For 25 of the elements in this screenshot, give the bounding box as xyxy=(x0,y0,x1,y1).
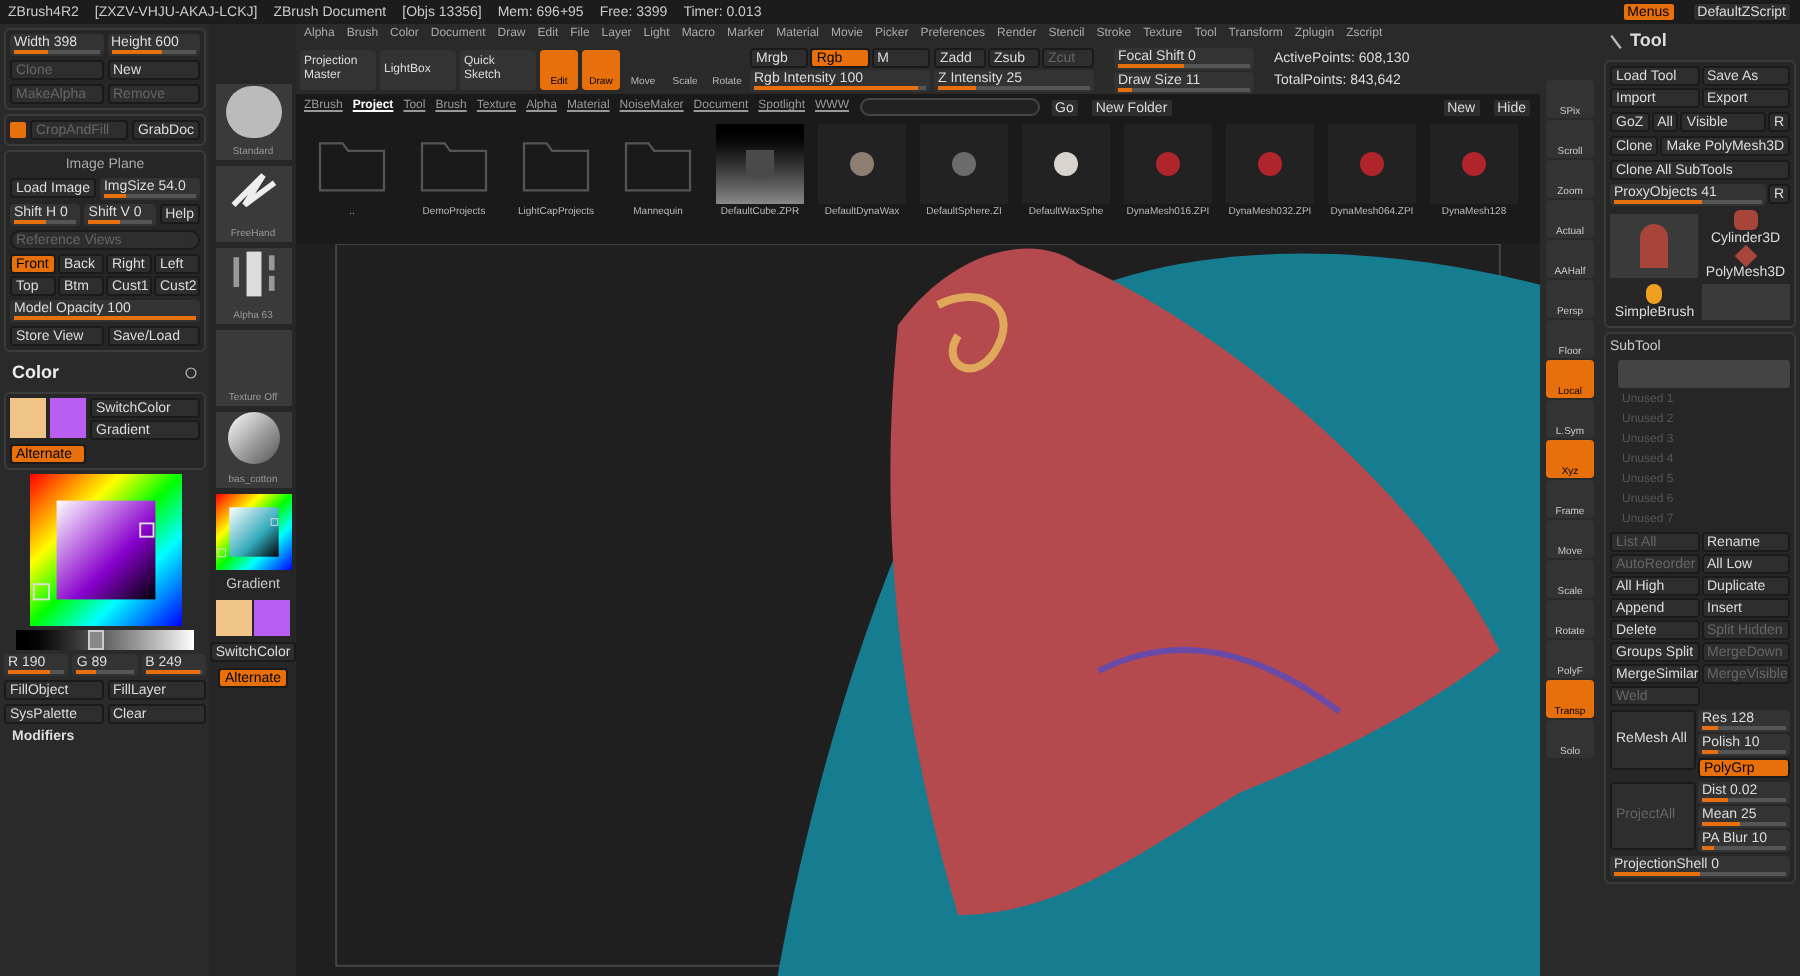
reset-icon[interactable] xyxy=(184,366,198,381)
cylinder-icon xyxy=(1733,209,1758,229)
value-slider[interactable] xyxy=(16,629,194,649)
path-field[interactable] xyxy=(859,98,1040,116)
slider-thumb[interactable] xyxy=(88,629,105,649)
color-picker[interactable] xyxy=(29,473,181,625)
thumbnail[interactable] xyxy=(1022,124,1110,204)
thumbnail[interactable] xyxy=(716,124,804,204)
secondary-swatch[interactable] xyxy=(50,397,86,437)
brush-icon xyxy=(225,86,281,138)
thumbnail[interactable] xyxy=(818,124,906,204)
secondary-swatch[interactable] xyxy=(254,600,290,636)
panel-title: Color xyxy=(12,360,59,386)
thumbnail[interactable] xyxy=(1430,124,1518,204)
thumbnail[interactable] xyxy=(1328,124,1416,204)
primary-swatch[interactable] xyxy=(216,600,252,636)
color-picker[interactable] xyxy=(215,494,291,570)
thumbnail[interactable] xyxy=(1124,124,1212,204)
thumbnail[interactable] xyxy=(920,124,1008,204)
panel-title: Tool xyxy=(1630,28,1667,54)
primary-swatch[interactable] xyxy=(10,397,46,437)
subtool-active[interactable] xyxy=(1618,359,1790,387)
thumbnail[interactable] xyxy=(1226,124,1314,204)
tool-thumbnail[interactable] xyxy=(1610,213,1699,277)
crop-icon xyxy=(10,122,26,138)
